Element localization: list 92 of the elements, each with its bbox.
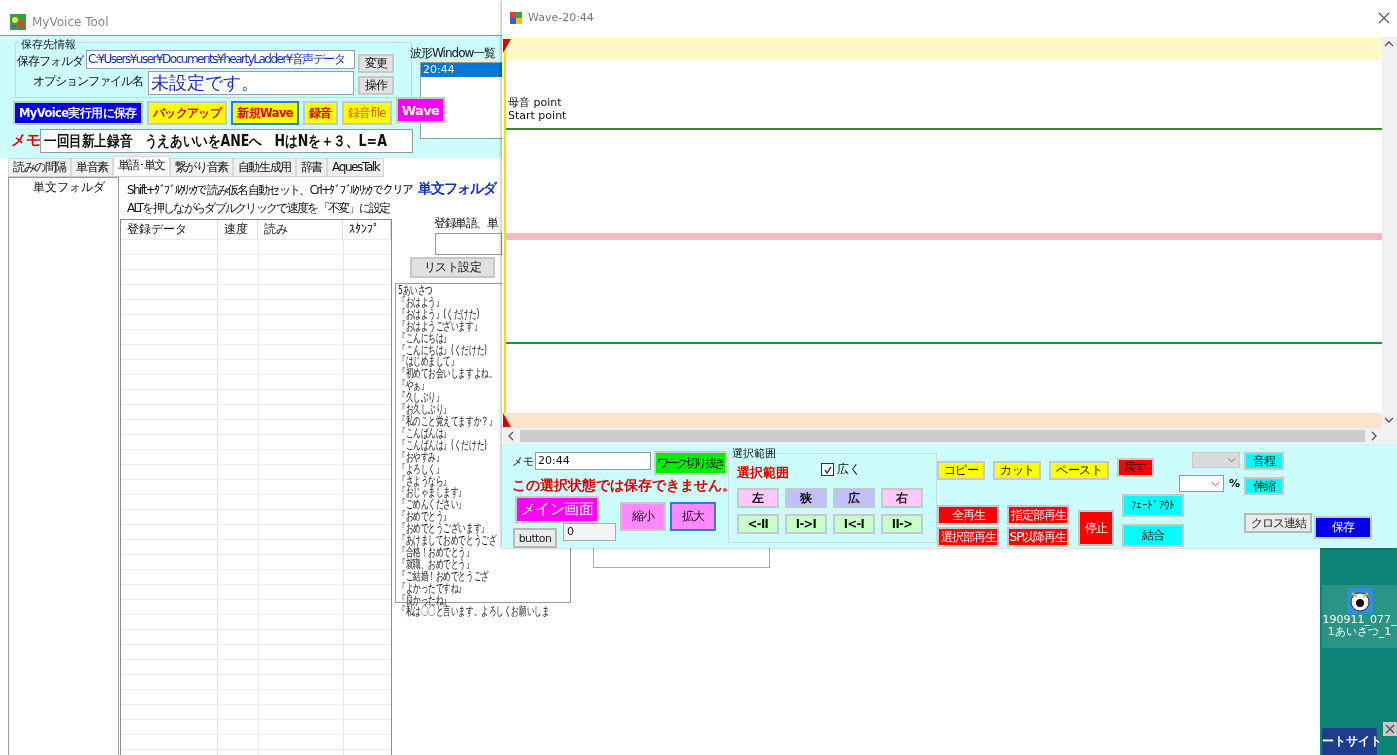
action-button[interactable]: MyVoice実行用に保存 <box>13 101 143 125</box>
marker-label: Start point <box>508 110 567 122</box>
memo-label: メモ <box>512 454 534 469</box>
tab[interactable]: 辞書 <box>295 158 328 176</box>
taskbar-button[interactable]: ートサイト <box>1322 728 1377 755</box>
range-button[interactable]: <-II <box>737 514 779 534</box>
cut-button[interactable]: ワーク切り抜き <box>654 451 727 475</box>
window-title: Wave-20:44 <box>528 11 594 24</box>
hint-text: Shift+ﾀﾞﾌﾞﾙｸﾘｯｸで読み仮名自動セット、Crl+ﾀﾞﾌﾞﾙｸﾘｯｸでクリア <box>127 182 413 199</box>
zoom-button[interactable]: 縮小 <box>620 502 666 531</box>
warning-text: この選択状態では保存できません。 <box>512 477 736 495</box>
phrase-item[interactable]: 『ご結婚！おめでとうござ <box>398 570 489 583</box>
memo-field[interactable]: 20:44 <box>535 452 651 470</box>
memo-field[interactable]: 一回目新上録音 うえあいいをANEへ HはNを＋３、L=A <box>40 129 413 153</box>
edit-button[interactable]: カット <box>993 461 1042 480</box>
tab[interactable]: 単音素 <box>71 158 113 176</box>
memo-label: メモ <box>11 131 41 150</box>
action-button[interactable]: 新規Wave <box>231 101 299 125</box>
phrase-item[interactable]: 『よかったですね』 <box>398 582 467 595</box>
tab[interactable]: 単語･単文 <box>112 156 170 176</box>
phrase-item[interactable]: 『合格！おめでとう』 <box>398 546 474 559</box>
window-title: MyVoice Tool <box>32 15 109 29</box>
range-title: 選択範囲 <box>737 464 789 482</box>
action-button[interactable]: 録音 <box>303 101 338 125</box>
range-button[interactable]: 左 <box>737 488 779 508</box>
phrase-item[interactable]: 『あけましておめでとうござ <box>398 535 497 547</box>
group-label: 選択範囲 <box>732 446 776 461</box>
play-button[interactable]: 選択部再生 <box>937 527 999 547</box>
generic-button[interactable]: button <box>513 528 557 548</box>
edit-button[interactable]: コピー <box>937 461 986 480</box>
edit-button[interactable]: 戻す <box>1117 458 1154 477</box>
hint-text: ALTを押しながらダブルクリックで速度を「不変」に設定 <box>127 200 390 217</box>
wave-list-label: 波形Window一覧 <box>410 45 496 62</box>
column-header[interactable]: 読み <box>258 220 343 239</box>
play-button[interactable]: SP以降再生 <box>1007 527 1069 547</box>
range-button[interactable]: I->I <box>785 514 827 534</box>
action-button[interactable]: バックアップ <box>146 101 228 125</box>
desktop-shortcut[interactable]: 190911_077_1あいさつ_1 <box>1322 585 1397 648</box>
shortcut-label: 190911_077_1あいさつ_1 <box>1322 614 1397 638</box>
action-button[interactable]: 録音file <box>341 101 392 125</box>
column-header[interactable]: ｽﾀﾝﾌﾟ <box>343 220 391 239</box>
phrase-item[interactable]: 『おやすみ』 <box>398 451 444 464</box>
phrase-item[interactable]: 『私のこと覚えてますか？』 <box>398 415 497 428</box>
range-button[interactable]: 右 <box>881 488 923 508</box>
phrase-item[interactable]: 『就職、おめでとう』 <box>398 558 474 571</box>
fade-out-button[interactable]: ﾌｪｰﾄﾞｱｳﾄ <box>1122 494 1184 517</box>
percent-label: % <box>1229 477 1241 490</box>
entry-label: 登録単語、単 <box>434 215 497 232</box>
phrase-item[interactable]: 『こんばんは』 <box>398 427 451 440</box>
range-button[interactable]: 狭 <box>785 488 827 508</box>
zoom-button[interactable]: 拡大 <box>670 502 716 531</box>
phrase-item[interactable]: 『おはようございます』 <box>398 320 482 333</box>
range-button[interactable]: II-> <box>881 514 923 534</box>
phrase-item[interactable]: 5あいさつ <box>398 285 434 297</box>
phrase-item[interactable]: 『こんばんは』(くだけた) <box>398 439 488 452</box>
tab[interactable]: 読みの間隔 <box>8 158 71 176</box>
marker-label: 母音 point <box>508 97 562 109</box>
group-label: 保存先情報 <box>20 37 77 52</box>
cross-link-button[interactable]: クロス連結 <box>1244 513 1312 533</box>
phrase-item[interactable]: 『おはよう』(くだけた) <box>398 308 480 321</box>
save-button[interactable]: 保存 <box>1314 516 1372 539</box>
count-field[interactable]: 0 <box>563 523 616 541</box>
waveform-canvas[interactable]: 母音 point Start point <box>503 37 1382 428</box>
wide-checkbox[interactable]: 広く <box>821 462 861 477</box>
column-header[interactable]: 登録データ <box>121 220 218 239</box>
option-file-label: オプションファイル名 <box>33 73 143 90</box>
phrase-item[interactable]: 『お久しぶり』 <box>398 404 451 416</box>
tab[interactable]: 自動生成用 <box>232 158 296 176</box>
join-button[interactable]: 結合 <box>1122 524 1184 547</box>
range-button[interactable]: 広 <box>833 488 875 508</box>
list-settings-button[interactable]: リスト設定 <box>410 257 495 278</box>
option-file-field[interactable]: 未設定です。 <box>148 71 354 95</box>
stop-button[interactable]: 停止 <box>1078 510 1114 546</box>
phrase-item[interactable]: 『おはよう』 <box>398 296 444 309</box>
tab[interactable]: 繋がり音素 <box>169 158 233 176</box>
wave-list-item[interactable]: 20:44 <box>421 63 502 77</box>
folder-label: 保存フォルダ <box>17 53 83 70</box>
folder-title: 単文フォルダ <box>418 180 496 198</box>
play-button[interactable]: 全再生 <box>937 505 999 525</box>
edit-button[interactable]: ペースト <box>1049 461 1109 480</box>
column-header[interactable]: 速度 <box>218 220 258 239</box>
range-button[interactable]: I<-I <box>833 514 875 534</box>
play-button[interactable]: 指定部再生 <box>1007 505 1069 525</box>
stretch-button[interactable]: 伸縮 <box>1244 477 1284 495</box>
tab[interactable]: AquesTalk <box>327 158 385 176</box>
folder-field[interactable]: C:¥Users¥user¥Documents¥heartyLadder¥音声データ <box>86 50 355 69</box>
operate-button[interactable]: 操作 <box>358 76 394 95</box>
phrase-item[interactable]: 『よろしく』 <box>398 463 444 476</box>
pitch-button[interactable]: 音程 <box>1244 452 1284 470</box>
phrase-item[interactable]: 『こんにちは』 <box>398 332 451 345</box>
phrase-item[interactable]: 『私は〇〇と言います。よろしくお願いしま <box>398 606 550 619</box>
change-button[interactable]: 変更 <box>358 54 394 73</box>
